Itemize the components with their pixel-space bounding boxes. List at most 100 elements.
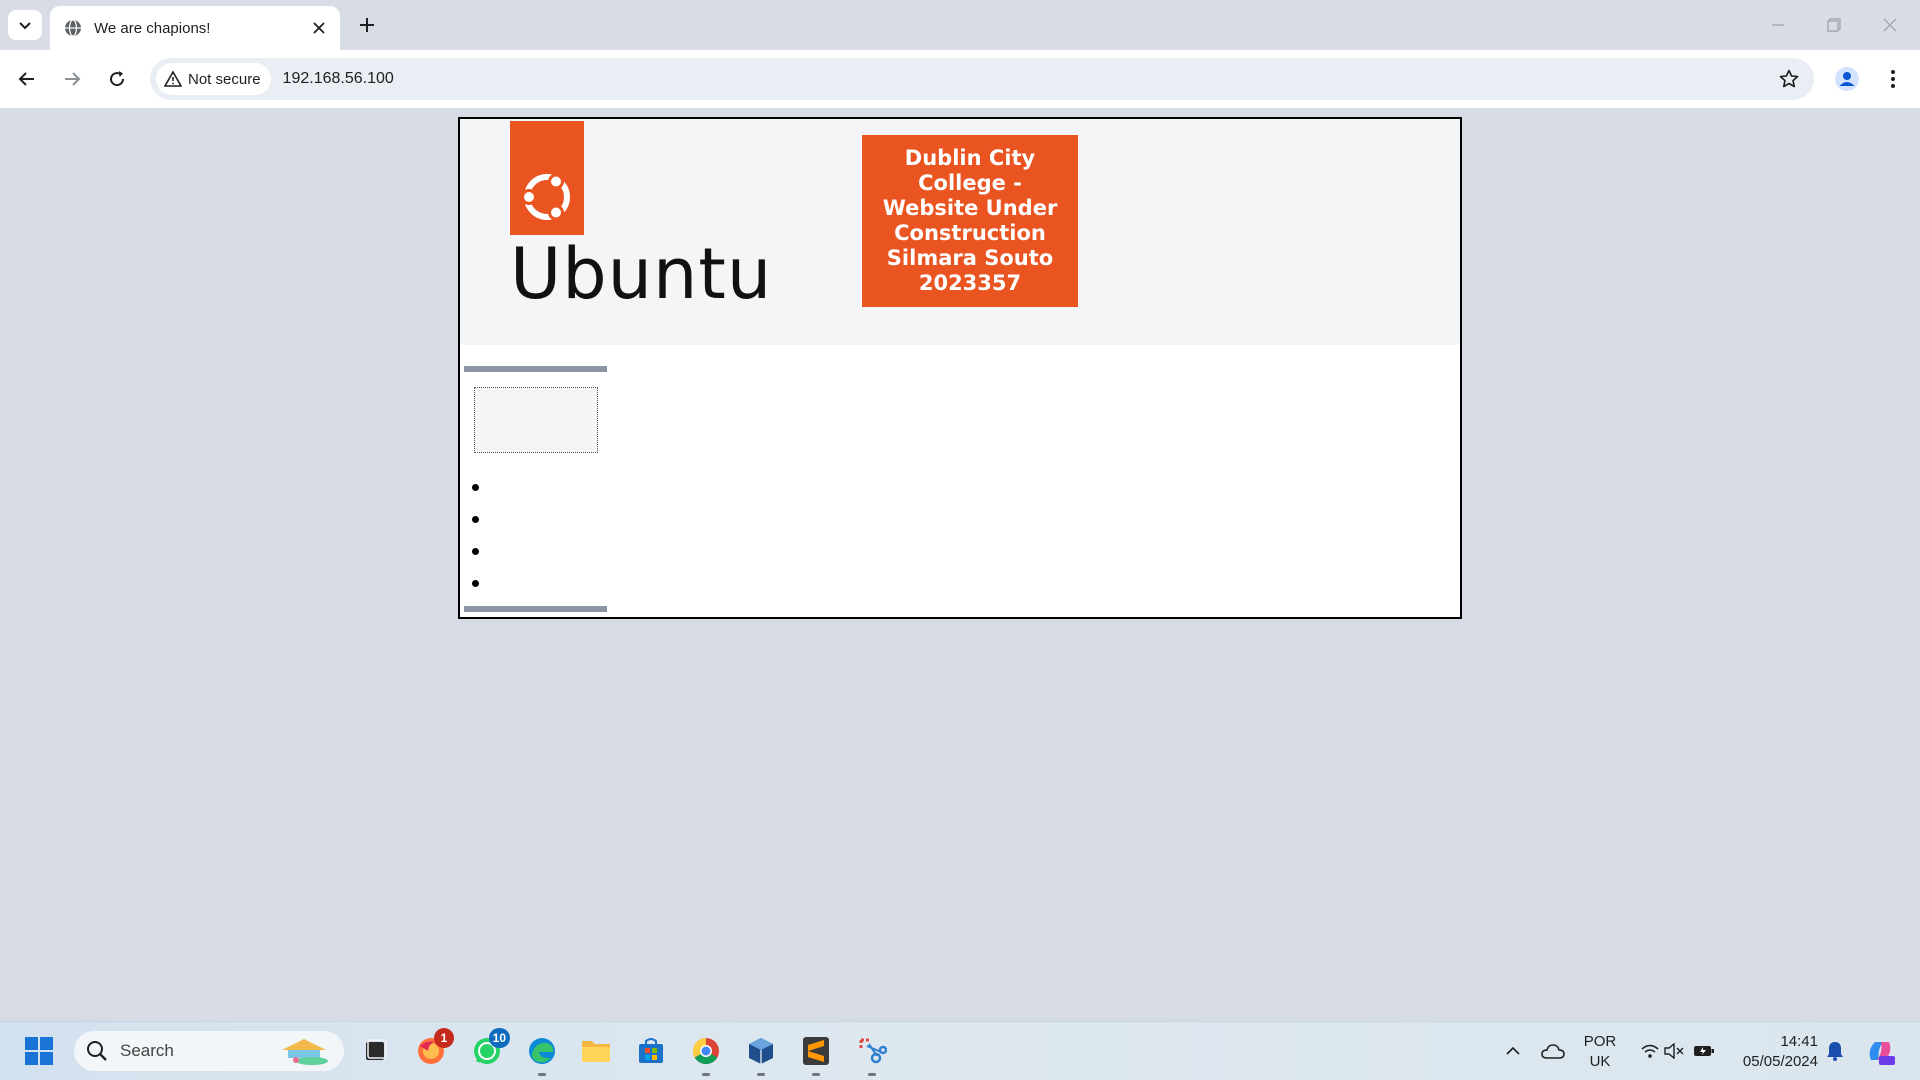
arrow-right-icon — [65, 72, 81, 86]
site-container: Ubuntu Dublin City College - Website Und… — [458, 117, 1462, 619]
taskbar-whatsapp[interactable]: 10 — [466, 1028, 510, 1072]
reload-icon — [110, 71, 125, 87]
search-placeholder: Search — [120, 1041, 174, 1060]
taskbar-virtualbox[interactable] — [740, 1030, 782, 1076]
taskbar-search[interactable]: Search — [74, 1031, 344, 1071]
sublime-text-icon — [803, 1037, 829, 1065]
notification-badge: 10 — [488, 1028, 510, 1048]
volume-muted-icon — [1664, 1043, 1684, 1059]
show-hidden-icons-button[interactable] — [1492, 1030, 1534, 1072]
task-view-icon — [366, 1039, 387, 1060]
language-indicator[interactable]: POR UK — [1578, 1032, 1622, 1072]
windows-taskbar: Search 1 10 POR UK 14:41 05/05/2024 — [0, 1021, 1920, 1080]
ubuntu-logo: Ubuntu — [510, 121, 771, 313]
taskbar-edge[interactable] — [521, 1030, 563, 1076]
battery-charging-icon — [1694, 1046, 1714, 1056]
start-button[interactable] — [18, 1030, 60, 1072]
tab-search-button[interactable] — [8, 10, 42, 40]
bullet-list — [472, 471, 479, 599]
taskbar-firefox[interactable]: 1 — [410, 1028, 454, 1072]
notification-badge: 1 — [434, 1028, 454, 1048]
bookmark-button[interactable] — [1772, 62, 1806, 96]
store-icon — [639, 1038, 663, 1063]
bullet-dot — [472, 515, 479, 523]
copilot-icon — [1869, 1042, 1895, 1065]
taskbar-file-explorer[interactable] — [575, 1030, 617, 1072]
reload-button[interactable] — [100, 62, 134, 96]
list-item — [472, 567, 479, 599]
edge-icon — [529, 1038, 555, 1064]
cloud-icon — [1541, 1044, 1565, 1059]
profile-button[interactable] — [1830, 62, 1864, 96]
back-button[interactable] — [10, 62, 44, 96]
snipping-tool-icon — [859, 1038, 887, 1064]
avatar-icon — [1835, 67, 1859, 91]
bottom-divider — [464, 606, 607, 612]
close-icon — [313, 22, 325, 34]
restore-button[interactable] — [1812, 8, 1856, 42]
browser-tab[interactable]: We are chapions! — [50, 6, 340, 50]
address-bar[interactable]: Not secure 192.168.56.100 — [150, 58, 1814, 100]
taskbar-sublime-text[interactable] — [795, 1030, 837, 1076]
chevron-down-icon — [19, 22, 31, 30]
notification-center-button[interactable] — [1815, 1030, 1855, 1072]
banner-line: Construction — [894, 221, 1046, 245]
windows-logo-icon — [25, 1037, 53, 1065]
browser-toolbar: Not secure 192.168.56.100 — [0, 50, 1920, 108]
active-indicator — [538, 1073, 546, 1076]
warning-icon — [164, 71, 182, 87]
banner-line: Silmara Souto — [886, 246, 1054, 270]
bullet-dot — [472, 547, 479, 555]
clock-date: 05/05/2024 — [1742, 1053, 1818, 1070]
onedrive-tray[interactable] — [1532, 1030, 1574, 1072]
taskbar-task-view[interactable] — [354, 1030, 396, 1072]
banner-line: Dublin City — [904, 146, 1036, 170]
close-icon — [1883, 18, 1897, 32]
ubuntu-logo-square — [510, 121, 584, 235]
list-item — [472, 535, 479, 567]
bullet-dot — [472, 579, 479, 587]
browser-tab-bar: We are chapions! — [0, 0, 1920, 50]
banner-line: Website Under — [882, 196, 1058, 220]
taskbar-snipping-tool[interactable] — [851, 1030, 893, 1076]
top-divider — [464, 366, 607, 372]
bullet-dot — [472, 483, 479, 491]
tab-close-button[interactable] — [306, 15, 332, 41]
minimize-button[interactable] — [1756, 8, 1800, 42]
security-indicator[interactable]: Not secure — [156, 63, 271, 95]
virtualbox-icon — [749, 1038, 773, 1064]
ubuntu-circle-of-friends-icon — [521, 173, 570, 221]
plus-icon — [360, 18, 374, 32]
active-indicator — [757, 1073, 765, 1076]
minimize-icon — [1772, 24, 1784, 26]
taskbar-chrome[interactable] — [685, 1030, 727, 1076]
site-header: Ubuntu Dublin City College - Website Und… — [460, 119, 1460, 345]
window-close-button[interactable] — [1868, 8, 1912, 42]
more-vertical-icon — [1891, 70, 1895, 88]
security-label: Not secure — [188, 70, 261, 88]
forward-button[interactable] — [55, 62, 89, 96]
browser-menu-button[interactable] — [1878, 62, 1908, 96]
construction-banner: Dublin City College - Website Under Cons… — [862, 135, 1078, 307]
folder-icon — [582, 1041, 610, 1062]
chevron-up-icon — [1506, 1046, 1520, 1055]
bell-icon — [1827, 1042, 1843, 1061]
clock[interactable]: 14:41 05/05/2024 — [1728, 1032, 1818, 1072]
banner-line: 2023357 — [918, 271, 1022, 295]
empty-box — [474, 387, 598, 453]
taskbar-microsoft-store[interactable] — [630, 1030, 672, 1072]
url-text[interactable]: 192.168.56.100 — [283, 70, 1772, 88]
active-indicator — [812, 1073, 820, 1076]
list-item — [472, 471, 479, 503]
active-indicator — [702, 1073, 710, 1076]
page-viewport: Ubuntu Dublin City College - Website Und… — [0, 108, 1920, 1021]
new-tab-button[interactable] — [352, 10, 382, 40]
ubuntu-wordmark: Ubuntu — [510, 233, 773, 315]
star-icon — [1779, 69, 1799, 88]
chrome-icon — [692, 1037, 719, 1065]
copilot-button[interactable] — [1858, 1030, 1902, 1072]
battery-tray[interactable] — [1686, 1030, 1722, 1072]
list-item — [472, 503, 479, 535]
search-highlight-icon — [282, 1039, 328, 1065]
clock-time: 14:41 — [1780, 1033, 1818, 1050]
